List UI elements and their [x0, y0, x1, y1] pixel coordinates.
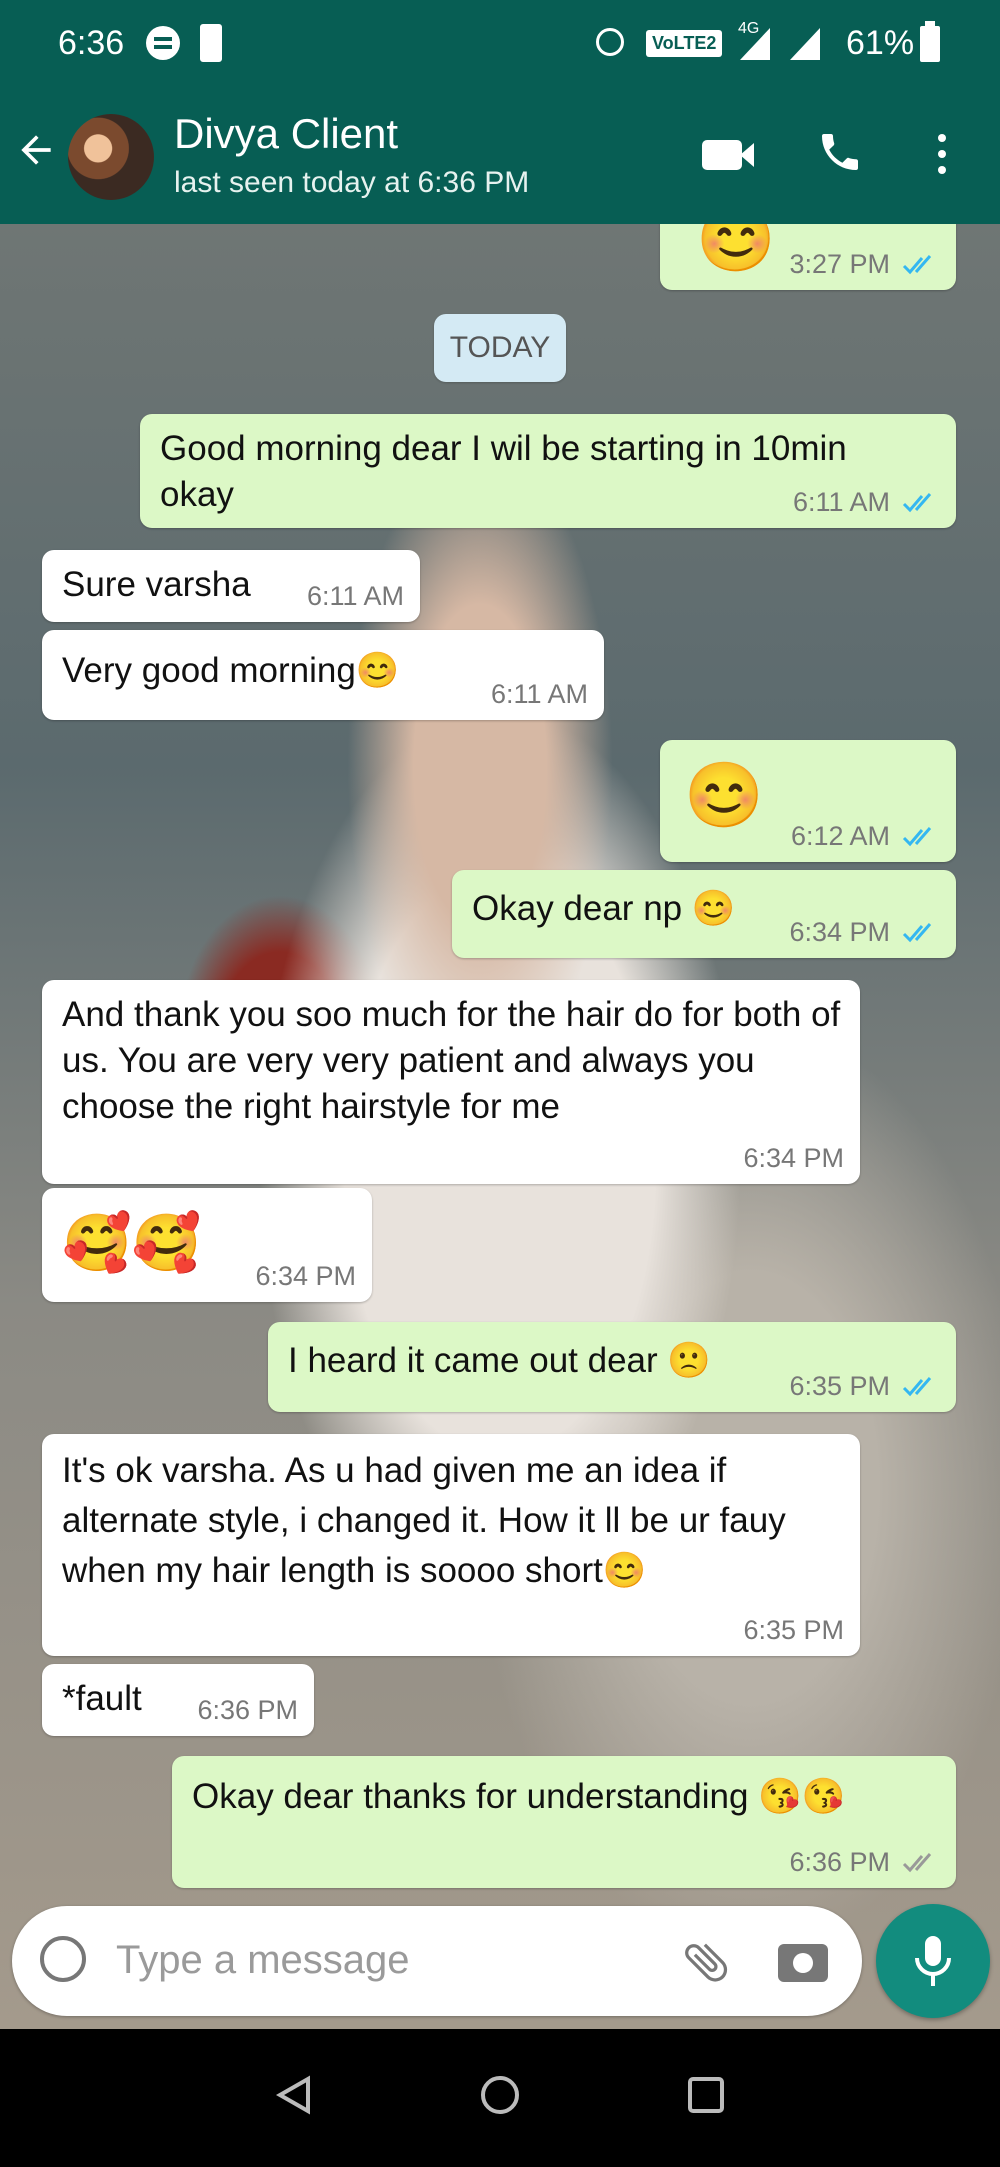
message-time: 6:36 PM: [789, 1847, 890, 1877]
message-time: 6:11 AM: [490, 679, 588, 709]
message-input[interactable]: Type a message: [116, 1938, 410, 1983]
message-time: 6:34 PM: [255, 1261, 356, 1291]
message-outgoing[interactable]: Okay dear np 😊 6:34 PM: [452, 870, 956, 958]
back-arrow-icon[interactable]: [14, 128, 58, 181]
battery-percent: 61%: [846, 24, 915, 62]
status-time: 6:36: [58, 24, 125, 62]
phone-icon[interactable]: [816, 128, 864, 176]
read-ticks-icon: [902, 923, 932, 943]
chat-header: Divya Client last seen today at 6:36 PM: [0, 88, 1000, 224]
message-time: 3:27 PM: [789, 249, 890, 279]
camera-icon[interactable]: [778, 1944, 828, 1982]
battery-saver-icon: [200, 24, 222, 62]
message-text: Okay dear thanks for understanding 😘😘: [192, 1777, 846, 1816]
message-text: It's ok varsha. As u had given me an ide…: [62, 1451, 786, 1590]
message-time: 6:35 PM: [743, 1615, 844, 1645]
nav-home-icon[interactable]: [478, 2073, 522, 2117]
attach-icon[interactable]: [680, 1936, 732, 1988]
message-notification-icon: [146, 26, 180, 60]
signal-icon-2: [790, 28, 820, 60]
message-time: 6:34 PM: [743, 1143, 844, 1173]
alarm-icon: [596, 28, 624, 56]
message-time: 6:36 PM: [197, 1695, 298, 1725]
message-outgoing[interactable]: Good morning dear I wil be starting in 1…: [140, 414, 956, 528]
read-ticks-icon: [902, 1377, 932, 1397]
date-chip: TODAY: [434, 314, 566, 382]
message-time: 6:35 PM: [789, 1371, 890, 1401]
message-incoming[interactable]: Sure varsha 6:11 AM: [42, 550, 420, 622]
message-incoming[interactable]: It's ok varsha. As u had given me an ide…: [42, 1434, 860, 1656]
mic-button[interactable]: [876, 1904, 990, 2018]
read-ticks-icon: [902, 827, 932, 847]
message-outgoing[interactable]: Okay dear thanks for understanding 😘😘 6:…: [172, 1756, 956, 1888]
volte-badge: VoLTE2: [646, 30, 723, 57]
message-incoming[interactable]: And thank you soo much for the hair do f…: [42, 980, 860, 1184]
message-incoming[interactable]: Very good morning😊 6:11 AM: [42, 630, 604, 720]
message-time: 6:34 PM: [789, 917, 890, 947]
contact-name[interactable]: Divya Client: [174, 110, 398, 158]
status-bar: 6:36 VoLTE2 4G 61%: [0, 0, 1000, 88]
battery-icon: [920, 21, 940, 62]
message-input-bar[interactable]: Type a message: [12, 1906, 862, 2016]
nav-back-icon[interactable]: [272, 2073, 316, 2117]
delivered-ticks-icon: [902, 1853, 932, 1873]
read-ticks-icon: [902, 493, 932, 513]
avatar[interactable]: [68, 114, 154, 200]
mic-icon: [915, 1936, 951, 1986]
signal-icon: [740, 28, 770, 60]
message-incoming[interactable]: 🥰🥰 6:34 PM: [42, 1188, 372, 1302]
more-vert-icon[interactable]: [938, 134, 946, 142]
message-time: 6:11 AM: [792, 487, 890, 517]
message-time: 6:11 AM: [306, 581, 404, 611]
message-text: And thank you soo much for the hair do f…: [62, 995, 841, 1126]
read-ticks-icon: [902, 255, 932, 275]
message-outgoing[interactable]: I heard it came out dear 🙁 6:35 PM: [268, 1322, 956, 1412]
message-outgoing[interactable]: 😊 3:27 PM: [660, 224, 956, 290]
system-nav-bar: [0, 2029, 1000, 2167]
emoji-icon[interactable]: [40, 1936, 86, 1982]
message-outgoing[interactable]: 😊 6:12 AM: [660, 740, 956, 862]
chat-area[interactable]: 😊 3:27 PM TODAY Good morning dear I wil …: [0, 224, 1000, 2029]
message-incoming[interactable]: *fault 6:36 PM: [42, 1664, 314, 1736]
last-seen-status: last seen today at 6:36 PM: [174, 166, 530, 199]
message-time: 6:12 AM: [790, 821, 890, 851]
nav-recents-icon[interactable]: [684, 2073, 728, 2117]
video-call-icon[interactable]: [702, 140, 754, 170]
